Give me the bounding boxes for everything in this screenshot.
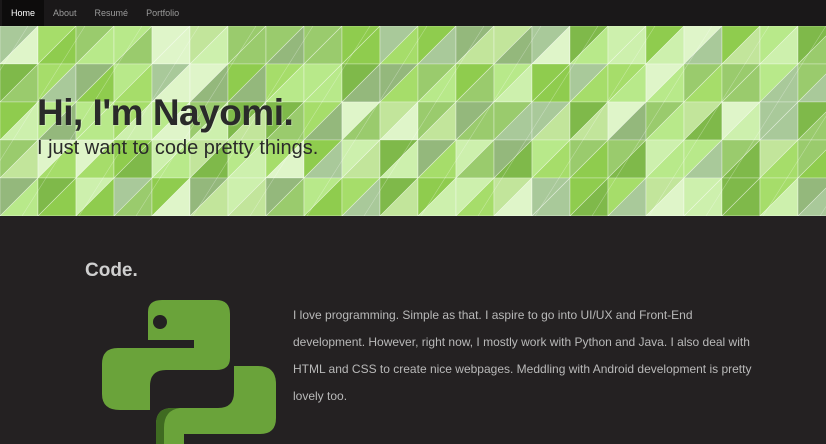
top-navbar: Home About Resumé Portfolio <box>0 0 826 27</box>
python-logo-icon <box>102 300 276 444</box>
hero-subtitle: I just want to code pretty things. <box>37 137 319 159</box>
section-body-code: I love programming. Simple as that. I as… <box>293 308 752 403</box>
nav-item-about[interactable]: About <box>44 0 86 26</box>
nav-item-home[interactable]: Home <box>2 0 45 26</box>
nav-item-resume[interactable]: Resumé <box>86 0 138 26</box>
section-title-code: Code. <box>85 260 138 281</box>
nav-menu: Home About Resumé Portfolio <box>0 0 826 26</box>
hero-banner: Hi, I'm Nayomi. I just want to code pret… <box>0 26 826 216</box>
hero-title: Hi, I'm Nayomi. <box>37 92 294 133</box>
nav-item-portfolio[interactable]: Portfolio <box>137 0 188 26</box>
